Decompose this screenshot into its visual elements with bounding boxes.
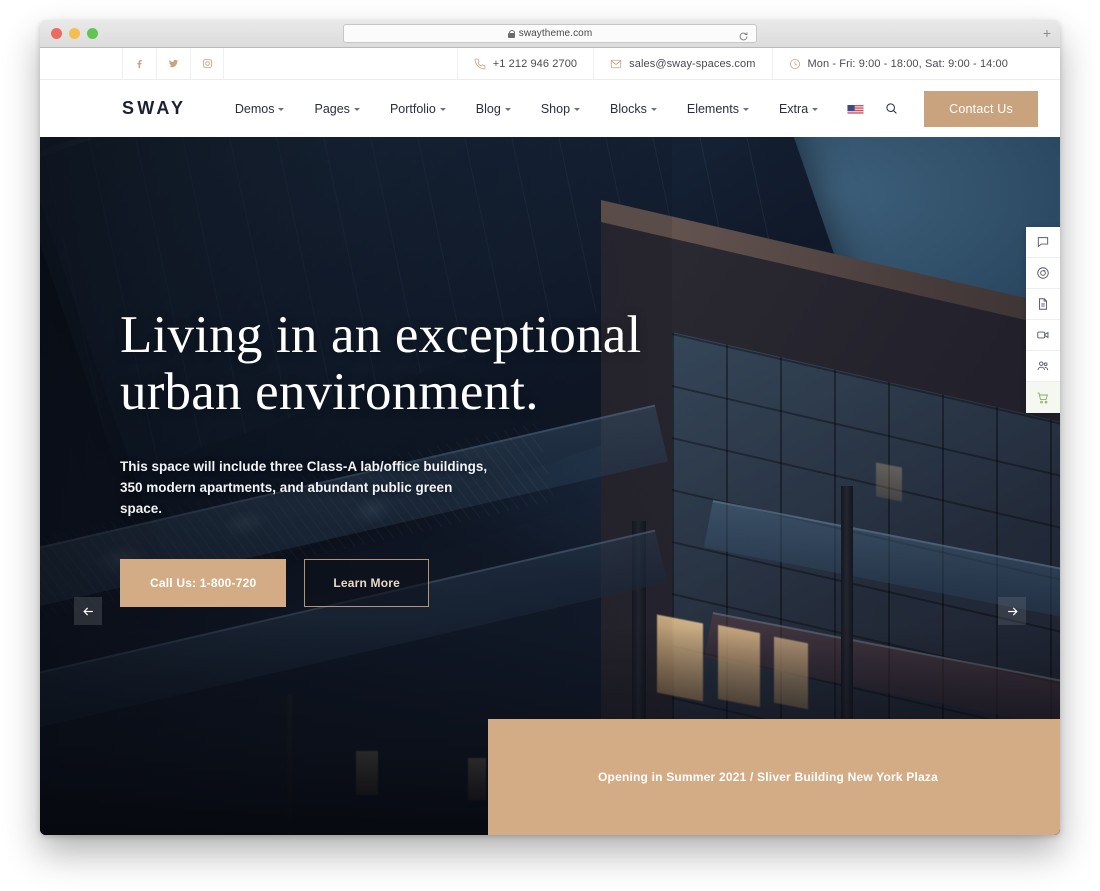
- nav-item-extra[interactable]: Extra: [764, 102, 833, 116]
- hero-content: Living in an exceptional urban environme…: [120, 306, 680, 608]
- search-icon: [886, 103, 897, 114]
- address-bar[interactable]: swaytheme.com: [343, 24, 757, 43]
- twitter-icon: [168, 59, 179, 68]
- document-icon: [1039, 298, 1047, 310]
- side-item-documents[interactable]: [1026, 289, 1060, 320]
- new-tab-button[interactable]: +: [1043, 26, 1051, 40]
- nav-item-portfolio-label: Portfolio: [389, 101, 436, 116]
- slider-next-button[interactable]: [998, 597, 1026, 625]
- video-camera-icon: [1037, 331, 1049, 339]
- nav-item-demos[interactable]: Demos: [220, 102, 300, 116]
- slider-prev-button[interactable]: [74, 597, 102, 625]
- search-button[interactable]: [878, 96, 904, 122]
- nav-item-extra-label: Extra: [778, 101, 809, 116]
- hero-title-line-2: urban environment.: [120, 363, 539, 422]
- hero-subtitle: This space will include three Class-A la…: [120, 459, 488, 516]
- side-item-video[interactable]: [1026, 320, 1060, 351]
- us-flag-icon[interactable]: [847, 103, 864, 114]
- contact-hours-text: Mon - Fri: 9:00 - 18:00, Sat: 9:00 - 14:…: [807, 57, 1008, 70]
- nav-item-blocks-label: Blocks: [610, 101, 647, 116]
- site-topbar: +1 212 946 2700 sales@sway-spaces.com Mo…: [40, 48, 1060, 80]
- nav-item-elements[interactable]: Elements: [672, 102, 764, 116]
- chevron-down-icon: [742, 108, 749, 111]
- chevron-down-icon: [504, 108, 511, 111]
- contact-phone[interactable]: +1 212 946 2700: [456, 48, 593, 80]
- chevron-down-icon: [439, 108, 446, 111]
- nav-item-demos-label: Demos: [234, 101, 275, 116]
- contact-hours: Mon - Fri: 9:00 - 18:00, Sat: 9:00 - 14:…: [771, 48, 1038, 80]
- contact-email[interactable]: sales@sway-spaces.com: [593, 48, 771, 80]
- nav-item-blocks[interactable]: Blocks: [595, 102, 672, 116]
- arrow-right-icon: [1007, 607, 1018, 615]
- nav-item-pages-label: Pages: [314, 101, 350, 116]
- facebook-icon: [137, 60, 142, 69]
- side-item-chat[interactable]: [1026, 227, 1060, 258]
- call-us-button[interactable]: Call Us: 1-800-720: [120, 559, 287, 608]
- social-links: [122, 48, 224, 80]
- chevron-down-icon: [650, 108, 657, 111]
- chevron-down-icon: [278, 108, 285, 111]
- chevron-down-icon: [812, 108, 819, 111]
- site-logo[interactable]: SWAY: [122, 98, 186, 119]
- shopping-cart-icon: [1037, 392, 1048, 403]
- people-icon: [1037, 361, 1049, 371]
- hero-slider: Living in an exceptional urban environme…: [40, 137, 1060, 835]
- web-page: +1 212 946 2700 sales@sway-spaces.com Mo…: [40, 48, 1060, 835]
- url-text-wrap: swaytheme.com: [507, 28, 593, 39]
- chat-bubble-icon: [1037, 237, 1049, 248]
- social-link-twitter[interactable]: [156, 48, 190, 80]
- nav-item-pages[interactable]: Pages: [299, 102, 374, 116]
- lock-icon: [507, 29, 516, 38]
- instagram-icon: [202, 58, 212, 69]
- nav-item-blog-label: Blog: [475, 101, 501, 116]
- nav-item-blog[interactable]: Blog: [461, 102, 526, 116]
- url-text: swaytheme.com: [518, 28, 593, 39]
- nav-item-elements-label: Elements: [686, 101, 739, 116]
- hero-title-line-1: Living in an exceptional: [120, 306, 642, 364]
- contact-info-group: +1 212 946 2700 sales@sway-spaces.com Mo…: [456, 48, 1038, 80]
- envelope-icon: [610, 59, 622, 68]
- chevron-down-icon: [574, 108, 581, 111]
- side-quick-panel: [1026, 227, 1060, 413]
- clock-icon: [789, 58, 800, 69]
- nav-item-shop[interactable]: Shop: [526, 102, 595, 116]
- side-item-cart[interactable]: [1026, 382, 1060, 413]
- contact-email-text: sales@sway-spaces.com: [629, 57, 756, 70]
- side-item-team[interactable]: [1026, 351, 1060, 382]
- learn-more-button[interactable]: Learn More: [304, 559, 430, 608]
- phone-icon: [474, 58, 486, 69]
- contact-us-button[interactable]: Contact Us: [924, 90, 1038, 127]
- arrow-left-icon: [82, 607, 93, 615]
- lit-window-7: [876, 462, 903, 502]
- browser-titlebar: swaytheme.com +: [40, 20, 1060, 48]
- contact-phone-text: +1 212 946 2700: [492, 57, 578, 70]
- hero-caption-text: Opening in Summer 2021 / Sliver Building…: [598, 770, 938, 784]
- traffic-lights: [51, 28, 98, 39]
- nav-links: Demos Pages Portfolio Blog Shop Blocks E…: [220, 90, 1038, 127]
- hero-caption-panel: Opening in Summer 2021 / Sliver Building…: [488, 719, 1060, 835]
- nav-item-shop-label: Shop: [540, 101, 571, 116]
- main-navbar: SWAY Demos Pages Portfolio Blog Shop Blo…: [40, 80, 1060, 137]
- window-minimize-button[interactable]: [69, 28, 80, 39]
- browser-window: swaytheme.com + +1 212 946 2700 sales@sw…: [40, 20, 1060, 835]
- side-item-photos[interactable]: [1026, 258, 1060, 289]
- social-link-facebook[interactable]: [122, 48, 156, 80]
- nav-item-portfolio[interactable]: Portfolio: [375, 102, 461, 116]
- hero-title: Living in an exceptional urban environme…: [120, 306, 680, 422]
- chevron-down-icon: [353, 108, 360, 111]
- window-zoom-button[interactable]: [87, 28, 98, 39]
- reload-icon[interactable]: [738, 29, 749, 41]
- social-link-instagram[interactable]: [190, 48, 224, 80]
- window-close-button[interactable]: [51, 28, 62, 39]
- hero-buttons: Call Us: 1-800-720 Learn More: [120, 559, 680, 608]
- camera-icon: [1037, 267, 1049, 279]
